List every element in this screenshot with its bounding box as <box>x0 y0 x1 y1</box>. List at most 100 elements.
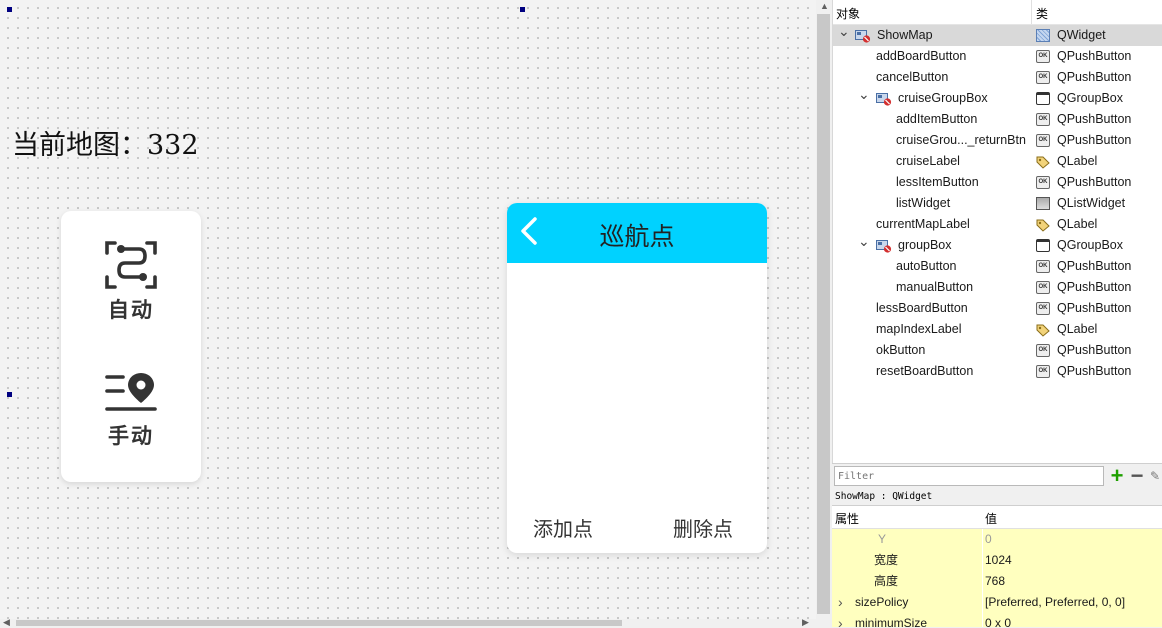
mode-group-box[interactable]: 自动 手动 <box>61 211 201 482</box>
object-name: currentMapLabel <box>876 217 970 231</box>
tree-row[interactable]: lessItemButton OK QPushButton <box>833 172 1162 193</box>
property-value[interactable]: 768 <box>985 571 1005 592</box>
scroll-right-icon[interactable]: ▶ <box>802 617 809 628</box>
expand-chevron-icon[interactable]: › <box>838 613 843 627</box>
list-class-icon <box>1036 197 1050 210</box>
property-value[interactable]: 0 x 0 <box>985 613 1011 627</box>
filter-input[interactable] <box>834 466 1104 486</box>
container-icon <box>855 29 871 43</box>
object-name: ShowMap <box>877 28 933 42</box>
class-name: QLabel <box>1057 322 1098 336</box>
object-name: cruiseLabel <box>896 154 960 168</box>
tree-row[interactable]: currentMapLabel QLabel <box>833 214 1162 235</box>
pushbutton-class-icon: OK <box>1036 71 1050 84</box>
tree-row[interactable]: cruiseLabel QLabel <box>833 151 1162 172</box>
pushbutton-class-icon: OK <box>1036 113 1050 126</box>
tree-row[interactable]: ⌄ groupBox QGroupBox <box>833 233 1162 256</box>
property-row[interactable]: Y0 <box>832 529 1162 551</box>
object-name: addBoardButton <box>876 49 967 63</box>
property-editor: 属性 值 Y 0 宽度 1024 高度 768 › sizePolicy [Preferred,… <box>832 506 1162 627</box>
pushbutton-class-icon: OK <box>1036 365 1050 378</box>
scroll-left-icon[interactable]: ◀ <box>3 617 10 628</box>
cruise-point-list[interactable] <box>507 263 767 503</box>
tree-row[interactable]: listWidget QListWidget <box>833 193 1162 214</box>
class-name: QGroupBox <box>1057 238 1124 252</box>
tree-row[interactable]: ⌄ cruiseGroupBox QGroupBox <box>833 86 1162 109</box>
class-name: QPushButton <box>1057 364 1132 378</box>
canvas-horizontal-scrollbar[interactable]: ◀ ▶ <box>0 617 816 628</box>
property-row[interactable]: › sizePolicy [Preferred, Preferred, 0, 0] <box>832 592 1162 614</box>
class-name: QPushButton <box>1057 49 1132 63</box>
property-row[interactable]: 高度 768 <box>832 571 1162 593</box>
auto-button-label: 自动 <box>108 299 154 322</box>
cruise-header: 巡航点 <box>507 203 767 263</box>
less-item-button[interactable]: 删除点 <box>673 513 733 542</box>
form-canvas[interactable]: 当前地图：332 自动 手动 巡航点 添加点 删除点 <box>0 0 816 619</box>
minus-icon[interactable]: − <box>1128 465 1146 487</box>
property-row[interactable]: › minimumSize 0 x 0 <box>832 613 1162 627</box>
object-name: cancelButton <box>876 70 949 84</box>
expand-chevron-icon[interactable]: ⌄ <box>838 21 850 42</box>
tree-row[interactable]: addItemButton OK QPushButton <box>833 109 1162 130</box>
inspector-header: 对象 类 <box>833 0 1162 25</box>
tree-row[interactable]: resetBoardButton OK QPushButton <box>833 361 1162 382</box>
class-name: QPushButton <box>1057 112 1132 126</box>
property-header: 属性 值 <box>832 506 1162 529</box>
canvas-horizontal-scroll-thumb[interactable] <box>16 620 622 626</box>
property-value[interactable]: 0 <box>985 529 992 550</box>
add-item-button[interactable]: 添加点 <box>533 513 593 542</box>
label-class-icon <box>1036 218 1050 232</box>
expand-chevron-icon[interactable]: ⌄ <box>858 84 870 105</box>
column-object[interactable]: 对象 <box>836 5 860 22</box>
property-row[interactable]: 宽度 1024 <box>832 550 1162 572</box>
class-name: QPushButton <box>1057 280 1132 294</box>
expand-chevron-icon[interactable]: › <box>838 592 843 613</box>
property-name: 宽度 <box>874 553 899 567</box>
column-value[interactable]: 值 <box>985 510 997 527</box>
property-value[interactable]: 1024 <box>985 550 1012 571</box>
tree-row[interactable]: mapIndexLabel QLabel <box>833 319 1162 340</box>
wrench-icon[interactable]: ✎ <box>1148 467 1162 485</box>
pushbutton-class-icon: OK <box>1036 344 1050 357</box>
class-name: QGroupBox <box>1057 91 1124 105</box>
pushbutton-class-icon: OK <box>1036 260 1050 273</box>
manual-button[interactable]: 手动 <box>61 371 201 450</box>
scroll-up-icon[interactable]: ▲ <box>820 1 829 11</box>
class-name: QPushButton <box>1057 259 1132 273</box>
tree-row[interactable]: ⌄ ShowMap QWidget <box>833 23 1162 46</box>
auto-button[interactable]: 自动 <box>61 239 201 324</box>
tree-row[interactable]: lessBoardButton OK QPushButton <box>833 298 1162 319</box>
tree-row[interactable]: okButton OK QPushButton <box>833 340 1162 361</box>
property-name: 高度 <box>874 574 899 588</box>
object-name: cruiseGrou..._returnBtn <box>896 133 1026 147</box>
column-property[interactable]: 属性 <box>835 510 859 527</box>
tree-row[interactable]: cruiseGrou..._returnBtn OK QPushButton <box>833 130 1162 151</box>
tree-row[interactable]: manualButton OK QPushButton <box>833 277 1162 298</box>
property-name: Y <box>878 532 887 546</box>
cruise-group-box[interactable]: 巡航点 添加点 删除点 <box>507 203 767 553</box>
object-inspector: 对象 类 ⌄ ShowMap QWidget addBoardButton OK QPus… <box>832 0 1162 463</box>
property-name: minimumSize <box>855 616 928 627</box>
canvas-vertical-scrollbar[interactable]: ▲ <box>816 0 832 619</box>
tree-row[interactable]: addBoardButton OK QPushButton <box>833 46 1162 67</box>
plus-icon[interactable]: + <box>1108 465 1126 487</box>
property-value[interactable]: [Preferred, Preferred, 0, 0] <box>985 592 1125 613</box>
class-name: QPushButton <box>1057 70 1132 84</box>
property-filter-bar: + − ✎ <box>832 463 1162 490</box>
tree-row[interactable]: cancelButton OK QPushButton <box>833 67 1162 88</box>
tree-row[interactable]: autoButton OK QPushButton <box>833 256 1162 277</box>
current-map-label[interactable]: 当前地图：332 <box>12 123 199 162</box>
object-name: groupBox <box>898 238 952 252</box>
object-name: lessItemButton <box>896 175 979 189</box>
column-class[interactable]: 类 <box>1036 5 1048 22</box>
class-name: QPushButton <box>1057 133 1132 147</box>
object-name: lessBoardButton <box>876 301 968 315</box>
label-class-icon <box>1036 323 1050 337</box>
canvas-vertical-scroll-thumb[interactable] <box>817 14 830 614</box>
resize-handle-top-left[interactable] <box>7 7 12 12</box>
resize-handle-left[interactable] <box>7 392 12 397</box>
resize-handle-top[interactable] <box>520 7 525 12</box>
expand-chevron-icon[interactable]: ⌄ <box>858 231 870 252</box>
property-editor-caption: ShowMap : QWidget <box>832 489 1162 506</box>
class-name: QLabel <box>1057 217 1098 231</box>
